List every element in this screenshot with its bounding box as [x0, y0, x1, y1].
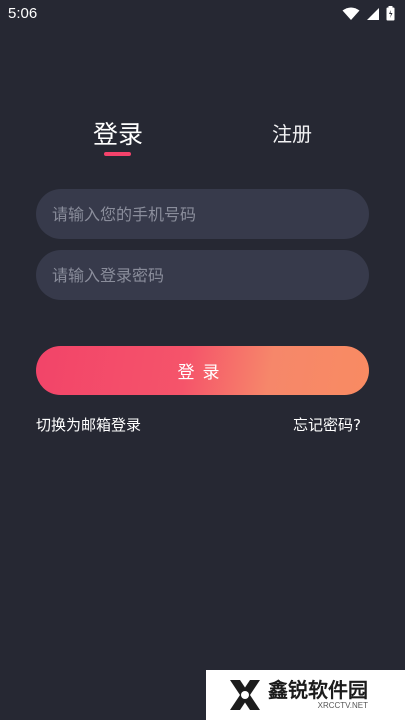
switch-email-login-link[interactable]: 切换为邮箱登录	[36, 414, 141, 435]
watermark: 鑫锐软件园 XRCCTV.NET	[206, 670, 405, 720]
watermark-brand: 鑫锐软件园	[268, 678, 368, 702]
forgot-password-link[interactable]: 忘记密码?	[293, 414, 361, 435]
status-time: 5:06	[8, 5, 38, 22]
signal-icon	[366, 7, 380, 21]
status-icons	[342, 6, 395, 21]
battery-icon	[386, 6, 395, 21]
watermark-logo-icon	[230, 680, 260, 710]
status-bar: 5:06	[0, 0, 405, 28]
tab-register[interactable]: 注册	[272, 118, 312, 147]
password-input[interactable]	[36, 250, 369, 300]
active-tab-indicator	[104, 152, 131, 156]
login-screen: 5:06 登录 注册 登录 切换为邮箱登录 忘记密码? 鑫锐软件园 XRCCTV…	[0, 0, 405, 720]
tab-login[interactable]: 登录	[93, 115, 143, 151]
watermark-domain: XRCCTV.NET	[317, 701, 368, 710]
phone-input[interactable]	[36, 189, 369, 239]
login-button[interactable]: 登录	[36, 346, 369, 395]
wifi-icon	[342, 7, 360, 21]
